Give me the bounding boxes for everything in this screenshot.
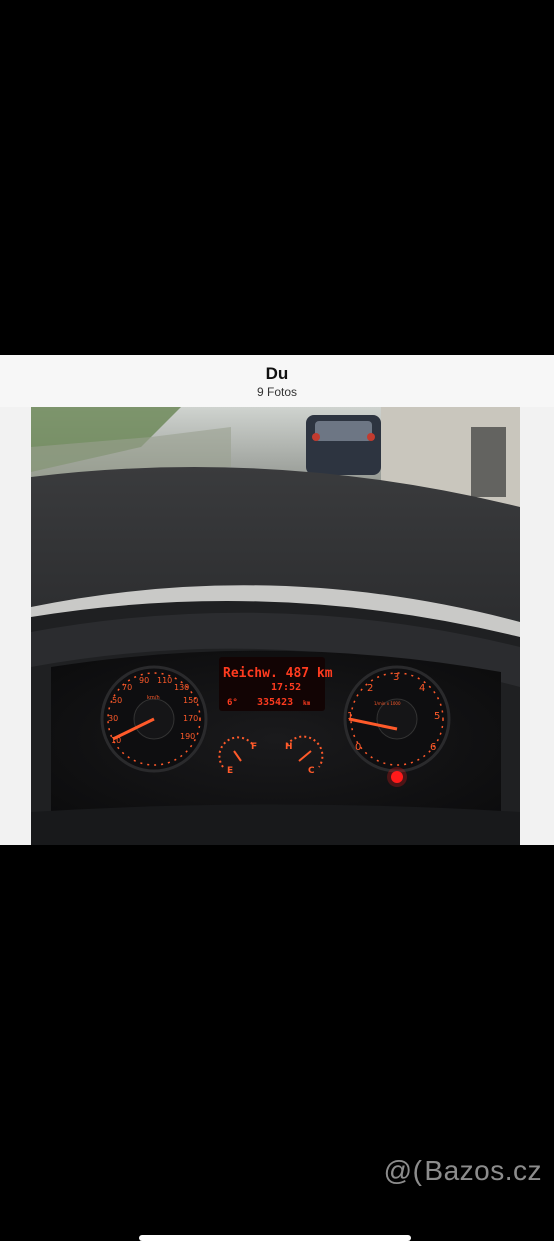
fuel-empty-label: E [227,766,233,776]
bazos-logo-icon: @( [383,1155,423,1186]
bazos-watermark: @( Bazos.cz [384,1153,542,1189]
speed-tick-190: 190 [180,732,195,741]
top-black-area [0,0,554,355]
lcd-odometer-unit: km [303,700,311,707]
dashboard-photo[interactable]: 10 30 50 70 90 110 130 150 170 190 km/h … [31,407,520,845]
home-indicator[interactable] [139,1235,411,1241]
album-header: Du 9 Fotos [0,355,554,408]
tacho-tick-3: 3 [393,672,399,683]
tacho-tick-2: 2 [367,683,373,694]
speed-tick-170: 170 [183,714,198,723]
lcd-odometer: 335423 [257,697,293,708]
fuel-full-label: F [251,742,257,752]
speed-tick-110: 110 [157,676,172,685]
speed-unit: km/h [147,695,160,701]
photo-area: 10 30 50 70 90 110 130 150 170 190 km/h … [0,407,554,1241]
bottom-black-area [0,845,554,1200]
tacho-tick-5: 5 [434,711,440,722]
album-photo-count: 9 Fotos [256,385,298,399]
tacho-tick-1: 1 [347,711,353,722]
speed-tick-10: 10 [111,736,121,745]
speed-tick-130: 130 [174,683,189,692]
speed-tick-70: 70 [122,683,132,692]
temp-hot-label: H [285,742,293,752]
temp-cold-label: C [308,766,315,776]
tacho-tick-0: 0 [355,742,361,753]
tacho-tick-6: 6 [430,742,436,753]
lcd-range-text: Reichw. 487 km [223,666,333,681]
speed-tick-50: 50 [112,696,122,705]
speed-tick-30: 30 [108,714,118,723]
lcd-gear: 6° [227,698,238,708]
dashboard-photo-art: 10 30 50 70 90 110 130 150 170 190 km/h … [31,407,520,845]
watermark-text: Bazos.cz [424,1155,542,1186]
speed-tick-90: 90 [139,676,149,685]
tacho-unit: 1/min x 1000 [374,701,401,706]
speed-tick-150: 150 [183,696,198,705]
tacho-tick-4: 4 [419,683,425,694]
lcd-time: 17:52 [271,682,301,693]
album-title: Du [265,364,289,383]
